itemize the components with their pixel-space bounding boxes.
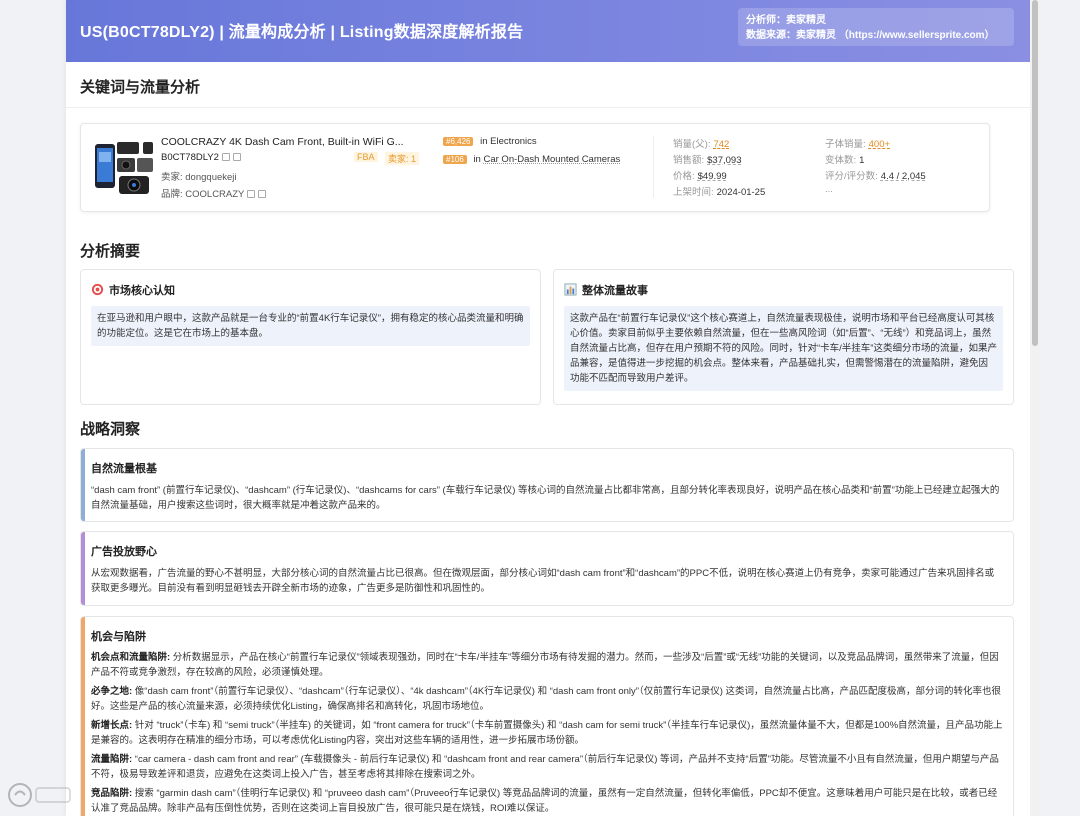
report-header: US(B0CT78DLY2) | 流量构成分析 | Listing数据深度解析报…: [66, 0, 1030, 62]
rank-badge: #6,426: [443, 137, 474, 146]
product-asin: B0CT78DLY2: [161, 152, 219, 163]
stat-revenue: 销售额: $37,093: [673, 155, 742, 166]
product-title[interactable]: COOLCRAZY 4K Dash Cam Front, Built-in Wi…: [161, 136, 423, 148]
card-divider: [653, 136, 654, 198]
insight-accent-bar: [81, 617, 85, 816]
summary-title: 整体流量故事: [564, 282, 648, 298]
summary-title: 市场核心认知: [91, 282, 175, 298]
insight-card-opportunities: 机会与陷阱 机会点和流量陷阱: 分析数据显示，产品在核心“前置行车记录仪”领域表…: [80, 616, 1014, 816]
rank-row-electronics: #6,426 in Electronics: [443, 136, 663, 152]
copy-icon[interactable]: [221, 153, 230, 162]
copy-icon[interactable]: [247, 190, 256, 199]
rank-column: #6,426 in Electronics #106 in Car On-Das…: [443, 136, 663, 172]
rank-row-dashcams: #106 in Car On-Dash Mounted Cameras: [443, 154, 663, 170]
report-title: US(B0CT78DLY2) | 流量构成分析 | Listing数据深度解析报…: [80, 24, 524, 41]
insight-paragraph: 必争之地: 像“dash cam front”（前置行车记录仪）、“dashca…: [91, 686, 1001, 712]
product-brand-row: 品牌: COOLCRAZY: [161, 186, 423, 200]
insight-title: 自然流量根基: [91, 463, 157, 475]
insight-accent-bar: [81, 449, 85, 521]
stat-child-sales: 子体销量: 400+: [825, 139, 891, 150]
product-card: COOLCRAZY 4K Dash Cam Front, Built-in Wi…: [80, 123, 990, 212]
report-page: US(B0CT78DLY2) | 流量构成分析 | Listing数据深度解析报…: [66, 0, 1030, 816]
insight-paragraph: 机会点和流量陷阱: 分析数据显示，产品在核心“前置行车记录仪”领域表现强劲，同时…: [91, 652, 999, 678]
rank-in: in: [480, 136, 488, 147]
section-divider: [66, 107, 1030, 108]
stat-sales-parent: 销量(父): 742: [673, 139, 730, 150]
product-seller[interactable]: 卖家: dongquekeji: [161, 169, 423, 183]
rank-in: in: [473, 154, 481, 165]
insight-accent-bar: [81, 532, 85, 605]
page-scrollbar[interactable]: [1030, 0, 1040, 816]
product-info: COOLCRAZY 4K Dash Cam Front, Built-in Wi…: [161, 136, 423, 200]
section-title-summary: 分析摘要: [80, 243, 141, 260]
stat-price: 价格: $49.99: [673, 171, 727, 182]
analyst-label: 分析师：卖家精灵: [746, 15, 826, 26]
watermark-logo: [8, 783, 71, 807]
insight-title: 机会与陷阱: [91, 631, 146, 643]
insight-card-natural: 自然流量根基 “dash cam front” (前置行车记录仪)、“dashc…: [80, 448, 1014, 522]
summary-body: 在亚马逊和用户眼中，这款产品就是一台专业的“前置4K行车记录仪”，拥有稳定的核心…: [91, 306, 530, 346]
stat-variants: 变体数: 1: [825, 155, 865, 166]
insight-card-ads: 广告投放野心 从宏观数据看，广告流量的野心不甚明显，大部分核心词的自然流量占比已…: [80, 531, 1014, 606]
insight-body: 从宏观数据看，广告流量的野心不甚明显，大部分核心词的自然流量占比已很高。但在微观…: [91, 568, 995, 594]
stat-rating: 评分/评分数: 4.4 / 2,045: [825, 171, 926, 182]
external-link-icon[interactable]: [258, 190, 267, 199]
stat-more[interactable]: ...: [825, 184, 985, 199]
section-title-insights: 战略洞察: [80, 421, 141, 438]
insight-paragraph: 流量陷阱: “car camera - dash cam front and r…: [91, 754, 999, 780]
stats-left: 销量(父): 742 销售额: $37,093 价格: $49.99 上架时间: 202…: [673, 136, 833, 200]
scrollbar-thumb[interactable]: [1032, 0, 1038, 346]
insight-paragraph: 竞品陷阱: 搜索 “garmin dash cam”（佳明行车记录仪) 和 “p…: [91, 788, 998, 814]
insight-body: 机会点和流量陷阱: 分析数据显示，产品在核心“前置行车记录仪”领域表现强劲，同时…: [91, 650, 1003, 816]
summary-body: 这款产品在“前置行车记录仪”这个核心赛道上，自然流量表现极佳，说明市场和平台已经…: [564, 306, 1003, 391]
target-icon: [91, 283, 104, 296]
data-source-label[interactable]: 数据来源：卖家精灵 （https://www.sellersprite.com）: [746, 28, 1006, 43]
seller-count-badge: 卖家: 1: [385, 152, 420, 165]
rank-category[interactable]: Car On-Dash Mounted Cameras: [483, 154, 620, 165]
insight-paragraph: 新增长点: 针对 “truck”（卡车) 和 “semi truck”（半挂车)…: [91, 720, 1003, 746]
stats-right: 子体销量: 400+ 变体数: 1 评分/评分数: 4.4 / 2,045 ...: [825, 136, 985, 200]
stat-launch-date: 上架时间: 2024-01-25: [673, 187, 766, 198]
report-meta: 分析师：卖家精灵 数据来源：卖家精灵 （https://www.sellersp…: [738, 8, 1014, 46]
fba-badge: FBA: [354, 152, 378, 162]
summary-card-traffic: 整体流量故事 这款产品在“前置行车记录仪”这个核心赛道上，自然流量表现极佳，说明…: [553, 269, 1014, 405]
product-asin-row: B0CT78DLY2 FBA 卖家: 1: [161, 152, 423, 165]
rank-badge: #106: [443, 155, 467, 164]
product-brand[interactable]: 品牌: COOLCRAZY: [161, 189, 244, 200]
summary-card-market: 市场核心认知 在亚马逊和用户眼中，这款产品就是一台专业的“前置4K行车记录仪”，…: [80, 269, 541, 405]
section-title-keywords: 关键词与流量分析: [80, 79, 201, 96]
chart-icon: [564, 283, 577, 296]
insight-title: 广告投放野心: [91, 546, 157, 558]
external-link-icon[interactable]: [232, 153, 241, 162]
insight-body: “dash cam front” (前置行车记录仪)、“dashcam” (行车…: [91, 485, 1000, 511]
product-image[interactable]: [93, 138, 155, 198]
rank-category[interactable]: Electronics: [490, 136, 536, 147]
